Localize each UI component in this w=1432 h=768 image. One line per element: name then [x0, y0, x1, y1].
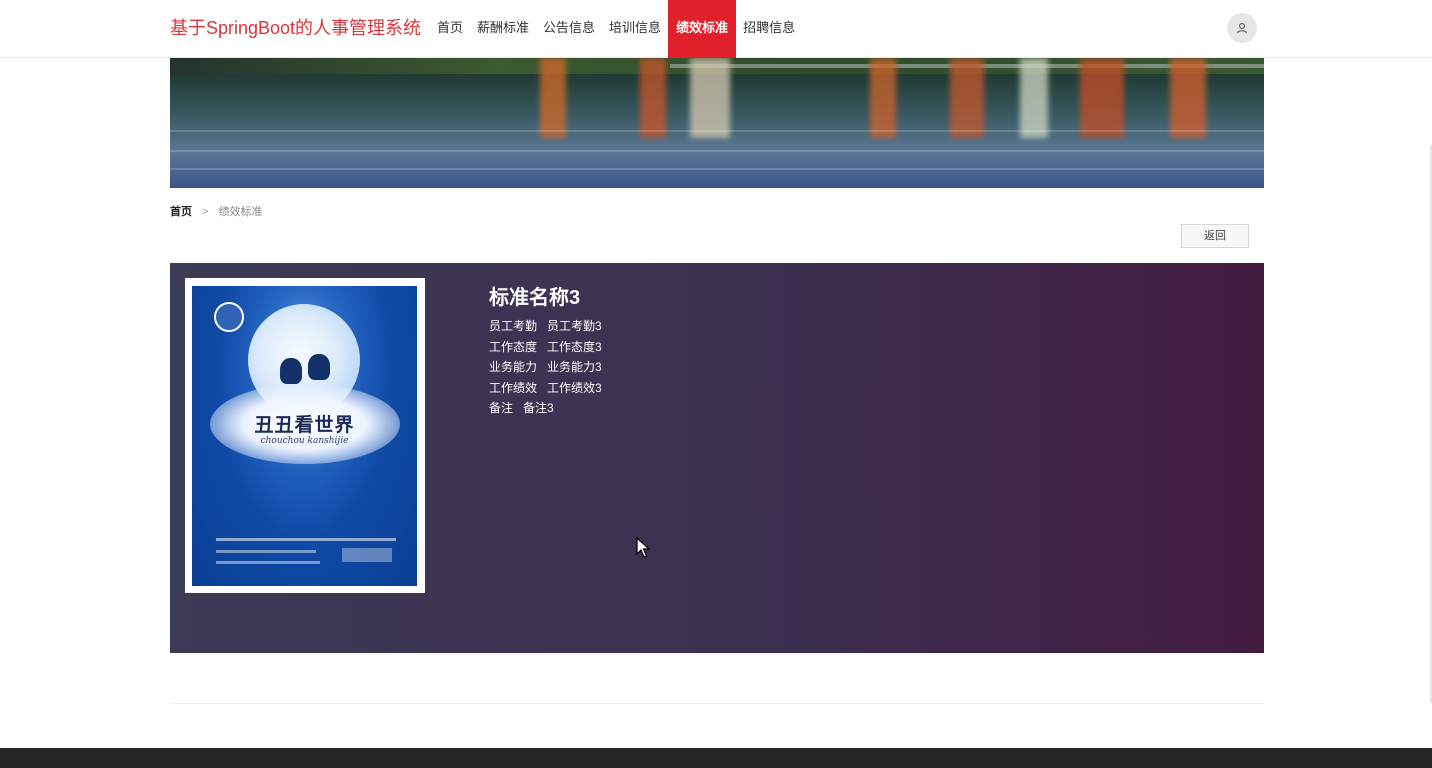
- detail-row-ability: 业务能力 业务能力3: [489, 357, 602, 378]
- banner-reflection: [950, 58, 984, 138]
- banner-reflection: [640, 58, 666, 138]
- field-label: 员工考勤: [489, 319, 538, 333]
- field-value: 工作态度3: [547, 339, 602, 354]
- field-label: 工作绩效: [489, 380, 538, 395]
- mouse-cursor-icon: [636, 537, 650, 558]
- detail-row-attendance: 员工考勤 员工考勤3: [489, 316, 602, 337]
- banner-image: [170, 58, 1264, 188]
- user-avatar-button[interactable]: [1227, 13, 1257, 43]
- breadcrumb-home[interactable]: 首页: [170, 206, 192, 218]
- detail-title: 标准名称3: [489, 287, 581, 309]
- field-value: 备注3: [523, 401, 554, 416]
- poster-title: 丑丑看世界: [254, 414, 355, 436]
- poster-subtitle: chouchou kanshijie: [260, 436, 349, 446]
- detail-row-performance: 工作绩效 工作绩效3: [489, 378, 602, 399]
- nav-item-performance-standard[interactable]: 绩效标准: [668, 0, 737, 58]
- banner-reflection: [1170, 58, 1206, 138]
- banner-reflection: [870, 58, 896, 138]
- user-icon: [1237, 23, 1247, 34]
- field-value: 业务能力3: [547, 360, 602, 375]
- poster-figure: [280, 358, 302, 384]
- field-label: 备注: [489, 401, 514, 416]
- detail-field-list: 员工考勤 员工考勤3 工作态度 工作态度3 业务能力 业务能力3 工作绩效 工作绩效3 …: [489, 316, 602, 419]
- banner-reflection: [1080, 58, 1124, 138]
- content-divider: [170, 703, 1264, 704]
- nav-item-training[interactable]: 培训信息: [602, 0, 668, 58]
- site-title[interactable]: 基于SpringBoot的人事管理系统: [170, 14, 421, 40]
- main-nav: 首页 薪酬标准 公告信息 培训信息 绩效标准 招聘信息: [430, 0, 802, 58]
- field-value: 员工考勤3: [547, 319, 602, 333]
- poster-caption-line: [216, 538, 396, 541]
- banner-ripple: [170, 150, 1264, 152]
- breadcrumb: 首页 > 绩效标准: [170, 203, 263, 219]
- poster-caption-line: [216, 561, 320, 564]
- poster-badge: [214, 302, 244, 332]
- breadcrumb-separator: >: [202, 206, 209, 218]
- poster-caption-line: [216, 550, 316, 553]
- page-footer: [0, 748, 1432, 768]
- nav-item-recruitment[interactable]: 招聘信息: [736, 0, 802, 58]
- field-label: 工作态度: [489, 339, 538, 354]
- field-label: 业务能力: [489, 360, 538, 375]
- banner-ripple: [170, 168, 1264, 170]
- banner-reflection: [690, 58, 730, 138]
- banner-ripple: [170, 130, 1264, 132]
- detail-image-frame: 丑丑看世界 chouchou kanshijie: [185, 278, 425, 593]
- nav-item-salary-standard[interactable]: 薪酬标准: [470, 0, 536, 58]
- detail-row-attitude: 工作态度 工作态度3: [489, 337, 602, 358]
- poster-publisher-mark: [342, 548, 392, 562]
- nav-item-home[interactable]: 首页: [430, 0, 470, 58]
- top-navbar: 基于SpringBoot的人事管理系统 首页 薪酬标准 公告信息 培训信息 绩效…: [0, 0, 1432, 58]
- detail-panel: 丑丑看世界 chouchou kanshijie 标准名称3 员工考勤 员工考勤3…: [170, 263, 1264, 653]
- banner-reflection: [540, 58, 566, 138]
- detail-row-remarks: 备注 备注3: [489, 398, 602, 419]
- breadcrumb-current: 绩效标准: [218, 206, 263, 218]
- field-value: 工作绩效3: [547, 380, 602, 395]
- poster-figure: [308, 354, 330, 380]
- banner-reflection: [1020, 58, 1048, 138]
- nav-item-announcements[interactable]: 公告信息: [536, 0, 602, 58]
- back-button[interactable]: 返回: [1181, 224, 1249, 248]
- detail-image: 丑丑看世界 chouchou kanshijie: [192, 286, 417, 586]
